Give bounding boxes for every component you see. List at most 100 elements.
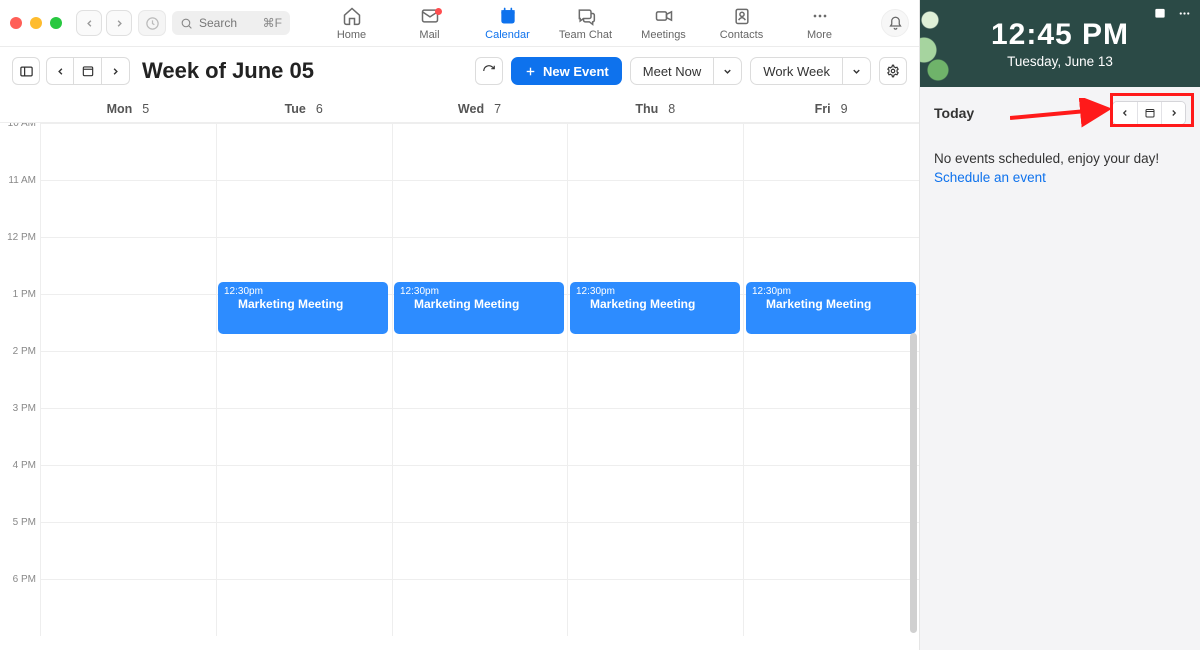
hour-cell[interactable] (40, 180, 216, 237)
contacts-icon (732, 6, 752, 26)
tab-mail[interactable]: Mail (391, 6, 469, 41)
hour-cell[interactable] (40, 522, 216, 579)
hour-cell[interactable] (392, 522, 568, 579)
app-tabs: Home Mail Calendar Team Chat Meet (296, 6, 875, 41)
hour-cell[interactable] (567, 522, 743, 579)
tab-contacts-label: Contacts (720, 29, 763, 41)
day-header: Thu8 (567, 102, 743, 116)
history-back-button[interactable] (76, 10, 102, 36)
tab-team-chat[interactable]: Team Chat (547, 6, 625, 41)
hour-cell[interactable] (567, 465, 743, 522)
minimize-window-icon[interactable] (30, 17, 42, 29)
hour-cell[interactable] (40, 123, 216, 180)
new-event-button[interactable]: New Event (511, 57, 622, 85)
hour-label: 4 PM (0, 460, 40, 517)
hour-cell[interactable] (216, 408, 392, 465)
week-prev-button[interactable] (46, 57, 74, 85)
hour-cell[interactable] (216, 351, 392, 408)
hour-cell[interactable] (40, 579, 216, 636)
hour-cell[interactable] (743, 123, 919, 180)
tab-meetings[interactable]: Meetings (625, 6, 703, 41)
calendar-event[interactable]: 12:30pmMarketing Meeting (746, 282, 916, 334)
hour-cell[interactable] (40, 351, 216, 408)
event-title: Marketing Meeting (238, 297, 382, 311)
new-event-label: New Event (543, 64, 609, 79)
hour-cell[interactable] (216, 123, 392, 180)
hour-cell[interactable] (567, 180, 743, 237)
hour-cell[interactable] (743, 408, 919, 465)
today-next-button[interactable] (1161, 102, 1185, 124)
today-prev-button[interactable] (1113, 102, 1137, 124)
hour-cell[interactable] (567, 408, 743, 465)
calendar-settings-button[interactable] (879, 57, 907, 85)
calendar-event[interactable]: 12:30pmMarketing Meeting (394, 282, 564, 334)
event-time: 12:30pm (400, 286, 558, 297)
hour-cell[interactable] (216, 465, 392, 522)
hour-cell[interactable] (216, 579, 392, 636)
calendar-mini-icon[interactable] (1153, 6, 1167, 20)
hour-cell[interactable] (392, 180, 568, 237)
calendar-small-icon (1144, 107, 1156, 119)
mail-unread-badge (435, 8, 442, 15)
history-button[interactable] (138, 10, 166, 36)
hour-cell[interactable] (567, 351, 743, 408)
maximize-window-icon[interactable] (50, 17, 62, 29)
calendar-event[interactable]: 12:30pmMarketing Meeting (218, 282, 388, 334)
hour-cell[interactable] (743, 579, 919, 636)
calendar-grid[interactable]: 10 AM11 AM12 PM1 PM2 PM3 PM4 PM5 PM6 PM … (0, 123, 919, 650)
today-heading: Today (934, 105, 974, 121)
hour-cell[interactable] (743, 180, 919, 237)
hour-cell[interactable] (216, 522, 392, 579)
titlebar: Search ⌘F Home Mail Calendar (0, 0, 919, 47)
decorative-leaves (920, 0, 955, 87)
hour-cell[interactable] (567, 123, 743, 180)
tab-calendar[interactable]: Calendar (469, 6, 547, 41)
toggle-sidebar-button[interactable] (12, 57, 40, 85)
hour-cell[interactable] (392, 123, 568, 180)
day-header: Tue6 (216, 102, 392, 116)
hour-cell[interactable] (567, 579, 743, 636)
history-forward-button[interactable] (106, 10, 132, 36)
tab-meetings-label: Meetings (641, 29, 686, 41)
week-today-button[interactable] (74, 57, 102, 85)
more-horizontal-icon[interactable] (1177, 6, 1192, 21)
tab-home[interactable]: Home (313, 6, 391, 41)
hour-cell[interactable] (392, 579, 568, 636)
tab-more[interactable]: More (781, 6, 859, 41)
tab-more-label: More (807, 29, 832, 41)
hour-cell[interactable] (392, 351, 568, 408)
tab-contacts[interactable]: Contacts (703, 6, 781, 41)
tab-mail-label: Mail (419, 29, 439, 41)
event-time: 12:30pm (576, 286, 734, 297)
side-panel: 12:45 PM Tuesday, June 13 Today No event… (920, 0, 1200, 650)
hour-cell[interactable] (216, 180, 392, 237)
meet-now-button[interactable]: Meet Now (630, 57, 715, 85)
hour-label: 2 PM (0, 346, 40, 403)
hour-cell[interactable] (392, 465, 568, 522)
hour-label: 5 PM (0, 517, 40, 574)
scrollbar[interactable] (910, 333, 917, 633)
hour-cell[interactable] (392, 408, 568, 465)
hour-cell[interactable] (40, 294, 216, 351)
meet-now-dropdown[interactable] (714, 57, 742, 85)
chevron-down-icon (851, 66, 862, 77)
view-mode-button[interactable]: Work Week (750, 57, 843, 85)
close-window-icon[interactable] (10, 17, 22, 29)
hour-cell[interactable] (743, 351, 919, 408)
week-next-button[interactable] (102, 57, 130, 85)
notifications-button[interactable] (881, 9, 909, 37)
search-icon (180, 17, 193, 30)
calendar-event[interactable]: 12:30pmMarketing Meeting (570, 282, 740, 334)
hour-cell[interactable] (40, 237, 216, 294)
hour-cell[interactable] (743, 522, 919, 579)
meet-now-split-button: Meet Now (630, 57, 743, 85)
hour-cell[interactable] (743, 465, 919, 522)
view-mode-dropdown[interactable] (843, 57, 871, 85)
hour-cell[interactable] (40, 465, 216, 522)
search-input[interactable]: Search ⌘F (172, 11, 290, 35)
schedule-event-link[interactable]: Schedule an event (934, 170, 1046, 185)
hour-cell[interactable] (40, 408, 216, 465)
no-events-text: No events scheduled, enjoy your day! (934, 151, 1186, 166)
refresh-button[interactable] (475, 57, 503, 85)
today-jump-button[interactable] (1137, 102, 1161, 124)
